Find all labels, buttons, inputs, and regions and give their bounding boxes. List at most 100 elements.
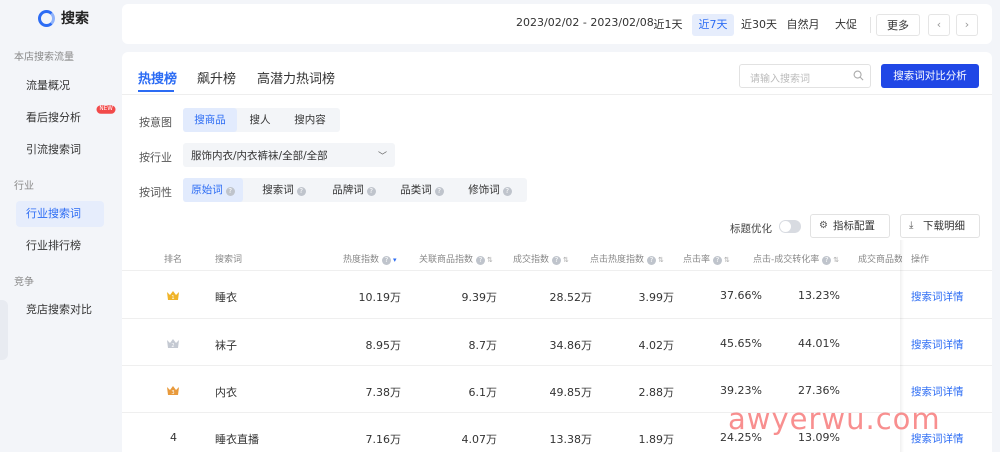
date-btn-more[interactable]: 更多 bbox=[876, 14, 920, 36]
intent-option-goods[interactable]: 搜商品 bbox=[183, 108, 237, 132]
related-cell: 8.7万 bbox=[468, 339, 498, 352]
attr-option-label: 原始词 bbox=[191, 184, 223, 196]
sidebar-item-competitor-search[interactable]: 竞店搜索对比 bbox=[16, 297, 104, 323]
related-cell: 6.1万 bbox=[468, 386, 498, 399]
date-btn-7d[interactable]: 近7天 bbox=[692, 14, 734, 36]
cvr-cell: 44.01% bbox=[798, 337, 840, 350]
help-icon: ? bbox=[476, 256, 486, 265]
th-deal-goods: 成交商品数 bbox=[858, 255, 902, 265]
help-icon: ? bbox=[552, 256, 562, 265]
prev-period-button[interactable]: ‹ bbox=[928, 14, 950, 36]
industry-select[interactable]: 服饰内衣/内衣裤袜/全部/全部 ﹀ bbox=[183, 143, 395, 167]
help-icon: ? bbox=[647, 256, 657, 265]
click_heat-cell: 3.99万 bbox=[638, 291, 675, 304]
keyword-detail-link[interactable]: 搜索词详情 bbox=[911, 337, 964, 352]
rank-number: 1 bbox=[171, 295, 174, 301]
attr-option-category[interactable]: 品类词? bbox=[391, 178, 453, 202]
rank-crown-icon: 3 bbox=[167, 386, 179, 396]
sidebar-item-traffic-overview[interactable]: 流量概况 bbox=[16, 73, 104, 99]
search-placeholder: 请输入搜索词 bbox=[750, 74, 810, 85]
deal-cell: 13.38万 bbox=[549, 433, 593, 446]
th-related[interactable]: 关联商品指数? ⇅ bbox=[419, 252, 493, 265]
intent-option-content[interactable]: 搜内容 bbox=[283, 108, 337, 132]
help-icon: ? bbox=[366, 187, 376, 196]
click_heat-cell: 2.88万 bbox=[638, 386, 675, 399]
sort-icon: ⇅ bbox=[658, 256, 664, 264]
chevron-down-icon: ﹀ bbox=[377, 152, 387, 162]
sidebar: 搜索 本店搜索流量 流量概况 看后搜分析 NEW 引流搜索词 行业 行业搜索词 … bbox=[0, 0, 122, 452]
next-period-button[interactable]: › bbox=[956, 14, 978, 36]
tab-hot-search[interactable]: 热搜榜 bbox=[138, 68, 177, 87]
main-panel: 热搜榜 飙升榜 高潜力热词榜 请输入搜索词 搜索词对比分析 按意图 搜商品 搜人… bbox=[122, 52, 992, 452]
ctr-cell: 45.65% bbox=[720, 337, 762, 350]
gear-icon: ⚙ bbox=[819, 220, 828, 231]
cvr-cell: 13.23% bbox=[798, 289, 840, 302]
app-title: 搜索 bbox=[61, 11, 89, 27]
help-icon: ? bbox=[713, 256, 723, 265]
ctr-cell: 37.66% bbox=[720, 289, 762, 302]
deal-cell: 28.52万 bbox=[549, 291, 593, 304]
date-btn-month[interactable]: 自然月 bbox=[782, 14, 824, 36]
sort-icon: ⇅ bbox=[833, 256, 840, 264]
attr-option-label: 品牌词 bbox=[332, 184, 364, 196]
intent-option-people[interactable]: 搜人 bbox=[241, 108, 279, 132]
th-label: 热度指数 bbox=[343, 255, 380, 265]
date-range: 2023/02/02 - 2023/02/08 bbox=[516, 16, 654, 29]
tab-rising[interactable]: 飙升榜 bbox=[197, 68, 236, 87]
th-click-heat[interactable]: 点击热度指数? ⇅ bbox=[590, 252, 664, 265]
sidebar-item-after-watch-search[interactable]: 看后搜分析 NEW bbox=[16, 105, 116, 131]
intent-segment: 搜商品 搜人 搜内容 bbox=[183, 108, 340, 132]
th-label: 点击率 bbox=[683, 255, 711, 265]
th-heat[interactable]: 热度指数? ▾ bbox=[343, 252, 397, 265]
th-ctr[interactable]: 点击率? ⇅ bbox=[683, 252, 730, 265]
attr-option-original[interactable]: 原始词? bbox=[183, 178, 243, 202]
toggle-knob bbox=[780, 221, 791, 232]
related-cell: 9.39万 bbox=[461, 291, 498, 304]
active-tab-indicator bbox=[138, 90, 174, 92]
attr-option-modifier[interactable]: 修饰词? bbox=[459, 178, 521, 202]
app-logo: 搜索 bbox=[38, 8, 89, 28]
intent-filter-label: 按意图 bbox=[139, 116, 172, 129]
help-icon: ? bbox=[382, 256, 392, 265]
industry-filter-label: 按行业 bbox=[139, 151, 172, 164]
help-icon: ? bbox=[296, 187, 306, 196]
keyword-cell: 睡衣直播 bbox=[215, 433, 259, 446]
download-label: 下载明细 bbox=[923, 220, 965, 232]
rank-crown-icon: 2 bbox=[167, 339, 179, 349]
related-cell: 4.07万 bbox=[461, 433, 498, 446]
sidebar-item-traffic-keywords[interactable]: 引流搜索词 bbox=[16, 137, 104, 163]
sidebar-collapse-handle[interactable] bbox=[0, 300, 8, 360]
table-row: 2 袜子 8.95万 8.7万 34.86万 4.02万 45.65% 44.01% 搜索词详情 bbox=[122, 318, 992, 365]
th-deal[interactable]: 成交指数? ⇅ bbox=[513, 252, 569, 265]
date-btn-1d[interactable]: 近1天 bbox=[650, 14, 686, 36]
sort-desc-icon: ▾ bbox=[393, 256, 397, 264]
heat-cell: 7.16万 bbox=[365, 433, 402, 446]
deal-cell: 49.85万 bbox=[549, 386, 593, 399]
title-optimize-toggle[interactable] bbox=[779, 220, 801, 233]
download-button[interactable]: ⤓ 下载明细 bbox=[900, 214, 980, 238]
sort-icon: ⇅ bbox=[563, 256, 569, 264]
tab-high-potential[interactable]: 高潜力热词榜 bbox=[257, 68, 335, 87]
attr-segment: 原始词? 搜索词? 品牌词? 品类词? 修饰词? bbox=[183, 178, 527, 202]
keyword-compare-button[interactable]: 搜索词对比分析 bbox=[881, 64, 979, 88]
keyword-detail-link[interactable]: 搜索词详情 bbox=[911, 384, 964, 399]
date-filter-bar: 2023/02/02 - 2023/02/08 近1天 近7天 近30天 自然月… bbox=[122, 4, 992, 44]
help-icon: ? bbox=[822, 256, 832, 265]
table-row: 1 睡衣 10.19万 9.39万 28.52万 3.99万 37.66% 13.23% 搜索词… bbox=[122, 270, 992, 317]
keyword-cell: 袜子 bbox=[215, 339, 237, 352]
sidebar-item-industry-keywords[interactable]: 行业搜索词 bbox=[16, 201, 104, 227]
sidebar-item-industry-ranking[interactable]: 行业排行榜 bbox=[16, 233, 104, 259]
heat-cell: 7.38万 bbox=[365, 386, 402, 399]
divider bbox=[122, 94, 992, 95]
keyword-cell: 睡衣 bbox=[215, 291, 237, 304]
metric-config-button[interactable]: ⚙ 指标配置 bbox=[810, 214, 890, 238]
th-cvr[interactable]: 点击-成交转化率? ⇅ bbox=[753, 252, 839, 265]
search-icon bbox=[853, 70, 864, 81]
attr-option-brand[interactable]: 品牌词? bbox=[323, 178, 385, 202]
attr-option-search[interactable]: 搜索词? bbox=[253, 178, 315, 202]
date-btn-30d[interactable]: 近30天 bbox=[738, 14, 780, 36]
keyword-detail-link[interactable]: 搜索词详情 bbox=[911, 289, 964, 304]
rank-number: 2 bbox=[171, 343, 174, 349]
date-btn-promo[interactable]: 大促 bbox=[828, 14, 864, 36]
search-input[interactable]: 请输入搜索词 bbox=[739, 64, 871, 88]
